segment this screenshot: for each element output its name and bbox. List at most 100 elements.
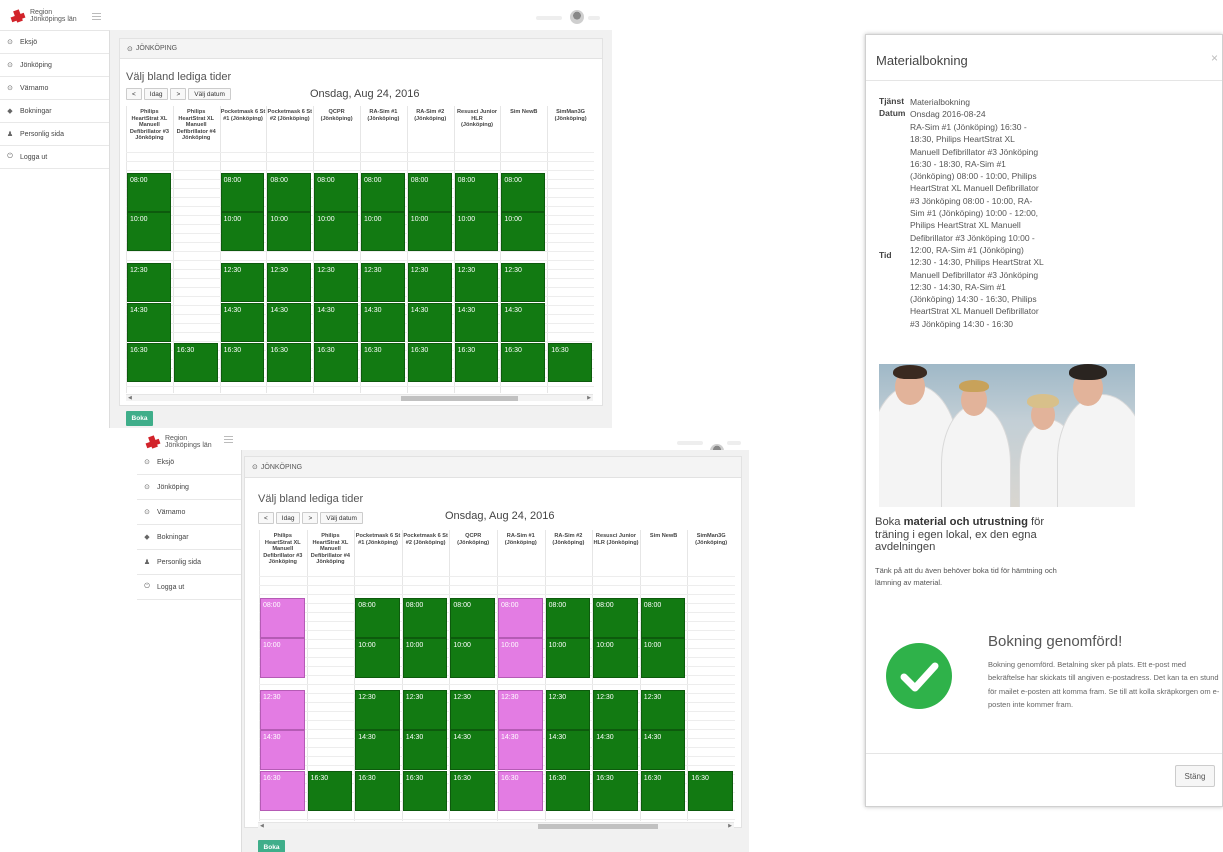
next-button[interactable]: > bbox=[302, 512, 319, 524]
sidebar-item-bokningar[interactable]: ◆ Bokningar bbox=[137, 525, 241, 550]
sidebar-item-bokningar[interactable]: ◆ Bokningar bbox=[0, 100, 109, 123]
boka-button[interactable]: Boka bbox=[258, 840, 285, 852]
time-slot[interactable]: 14:30 bbox=[220, 303, 265, 342]
time-slot[interactable]: 16:30 bbox=[355, 771, 400, 811]
time-slot[interactable]: 14:30 bbox=[267, 303, 312, 342]
time-slot[interactable]: 16:30 bbox=[450, 771, 495, 811]
time-slot[interactable]: 12:30 bbox=[593, 690, 638, 730]
sidebar-item-personlig-sida[interactable]: ♟ Personlig sida bbox=[137, 550, 241, 575]
sidebar-item-personlig-sida[interactable]: ♟ Personlig sida bbox=[0, 123, 109, 146]
sidebar-item-jonkoping[interactable]: ⊙ Jönköping bbox=[0, 54, 109, 77]
time-slot[interactable]: 16:30 bbox=[267, 343, 312, 382]
time-slot[interactable]: 16:30 bbox=[688, 771, 733, 811]
time-slot[interactable]: 08:00 bbox=[450, 598, 495, 638]
time-slot[interactable]: 10:00 bbox=[127, 212, 171, 251]
time-slot[interactable]: 16:30 bbox=[545, 771, 591, 811]
time-slot[interactable]: 10:00 bbox=[498, 638, 543, 678]
time-slot[interactable]: 12:30 bbox=[545, 690, 591, 730]
time-slot[interactable]: 10:00 bbox=[402, 638, 448, 678]
today-button[interactable]: Idag bbox=[143, 88, 169, 100]
pick-date-button[interactable]: Välj datum bbox=[320, 512, 363, 524]
time-slot[interactable]: 14:30 bbox=[545, 730, 591, 770]
time-slot[interactable]: 16:30 bbox=[260, 771, 305, 811]
avatar[interactable] bbox=[570, 10, 584, 24]
time-slot[interactable]: 14:30 bbox=[498, 730, 543, 770]
sidebar-item-eksjo[interactable]: ⊙ Eksjö bbox=[0, 31, 109, 54]
close-icon[interactable]: × bbox=[1211, 51, 1218, 65]
time-slot[interactable]: 08:00 bbox=[402, 598, 448, 638]
sidebar-item-varnamo[interactable]: ⊙ Värnamo bbox=[0, 77, 109, 100]
scroll-right-icon[interactable]: ▶ bbox=[587, 395, 591, 401]
time-slot[interactable]: 12:30 bbox=[501, 263, 546, 302]
region-logo[interactable]: Region Jönköpings län bbox=[145, 434, 212, 450]
time-slot[interactable]: 14:30 bbox=[402, 730, 448, 770]
boka-button[interactable]: Boka bbox=[126, 411, 153, 426]
time-slot[interactable]: 16:30 bbox=[593, 771, 638, 811]
time-slot[interactable]: 16:30 bbox=[307, 771, 353, 811]
scroll-left-icon[interactable]: ◀ bbox=[128, 395, 132, 401]
time-slot[interactable]: 16:30 bbox=[314, 343, 358, 382]
time-slot[interactable]: 16:30 bbox=[640, 771, 686, 811]
time-slot[interactable]: 10:00 bbox=[314, 212, 358, 251]
time-slot[interactable]: 12:30 bbox=[314, 263, 358, 302]
time-slot[interactable]: 10:00 bbox=[267, 212, 312, 251]
time-slot[interactable]: 10:00 bbox=[260, 638, 305, 678]
time-slot[interactable]: 14:30 bbox=[314, 303, 358, 342]
sidebar-item-eksjo[interactable]: ⊙ Eksjö bbox=[137, 450, 241, 475]
scroll-thumb[interactable] bbox=[538, 824, 658, 829]
time-slot[interactable]: 12:30 bbox=[407, 263, 452, 302]
time-slot[interactable]: 12:30 bbox=[127, 263, 171, 302]
time-slot[interactable]: 08:00 bbox=[355, 598, 400, 638]
time-slot[interactable]: 14:30 bbox=[260, 730, 305, 770]
today-button[interactable]: Idag bbox=[275, 512, 301, 524]
time-slot[interactable]: 08:00 bbox=[498, 598, 543, 638]
time-slot[interactable]: 08:00 bbox=[220, 173, 265, 212]
time-slot[interactable]: 14:30 bbox=[407, 303, 452, 342]
prev-button[interactable]: < bbox=[258, 512, 274, 524]
time-slot[interactable]: 12:30 bbox=[260, 690, 305, 730]
scroll-left-icon[interactable]: ◀ bbox=[260, 823, 264, 829]
time-slot[interactable]: 16:30 bbox=[498, 771, 543, 811]
time-slot[interactable]: 10:00 bbox=[501, 212, 546, 251]
time-slot[interactable]: 10:00 bbox=[593, 638, 638, 678]
menu-toggle-icon[interactable] bbox=[224, 436, 233, 443]
time-slot[interactable]: 12:30 bbox=[355, 690, 400, 730]
time-slot[interactable]: 16:30 bbox=[454, 343, 499, 382]
time-slot[interactable]: 08:00 bbox=[127, 173, 171, 212]
scroll-right-icon[interactable]: ▶ bbox=[728, 823, 732, 829]
sidebar-item-logga-ut[interactable]: ⏻ Logga ut bbox=[137, 575, 241, 600]
time-slot[interactable]: 16:30 bbox=[548, 343, 592, 382]
menu-toggle-icon[interactable] bbox=[92, 13, 101, 20]
time-slot[interactable]: 08:00 bbox=[407, 173, 452, 212]
time-slot[interactable]: 08:00 bbox=[593, 598, 638, 638]
time-slot[interactable]: 10:00 bbox=[545, 638, 591, 678]
time-slot[interactable]: 12:30 bbox=[402, 690, 448, 730]
time-slot[interactable]: 10:00 bbox=[454, 212, 499, 251]
time-slot[interactable]: 08:00 bbox=[260, 598, 305, 638]
time-slot[interactable]: 12:30 bbox=[454, 263, 499, 302]
time-slot[interactable]: 08:00 bbox=[267, 173, 312, 212]
time-slot[interactable]: 12:30 bbox=[498, 690, 543, 730]
time-slot[interactable]: 14:30 bbox=[501, 303, 546, 342]
sidebar-item-varnamo[interactable]: ⊙ Värnamo bbox=[137, 500, 241, 525]
time-slot[interactable]: 12:30 bbox=[640, 690, 686, 730]
time-slot[interactable]: 16:30 bbox=[501, 343, 546, 382]
horizontal-scrollbar[interactable]: ◀ ▶ bbox=[126, 394, 593, 401]
time-slot[interactable]: 10:00 bbox=[361, 212, 405, 251]
time-slot[interactable]: 14:30 bbox=[454, 303, 499, 342]
scroll-thumb[interactable] bbox=[401, 396, 518, 401]
time-slot[interactable]: 16:30 bbox=[407, 343, 452, 382]
time-slot[interactable]: 16:30 bbox=[127, 343, 171, 382]
time-slot[interactable]: 10:00 bbox=[450, 638, 495, 678]
time-slot[interactable]: 10:00 bbox=[220, 212, 265, 251]
time-slot[interactable]: 14:30 bbox=[361, 303, 405, 342]
time-slot[interactable]: 14:30 bbox=[127, 303, 171, 342]
sidebar-item-logga-ut[interactable]: ⏻ Logga ut bbox=[0, 146, 109, 169]
time-slot[interactable]: 16:30 bbox=[220, 343, 265, 382]
time-slot[interactable]: 08:00 bbox=[545, 598, 591, 638]
time-slot[interactable]: 14:30 bbox=[593, 730, 638, 770]
time-slot[interactable]: 14:30 bbox=[640, 730, 686, 770]
close-button[interactable]: Stäng bbox=[1175, 765, 1215, 787]
time-slot[interactable]: 16:30 bbox=[402, 771, 448, 811]
time-slot[interactable]: 16:30 bbox=[361, 343, 405, 382]
